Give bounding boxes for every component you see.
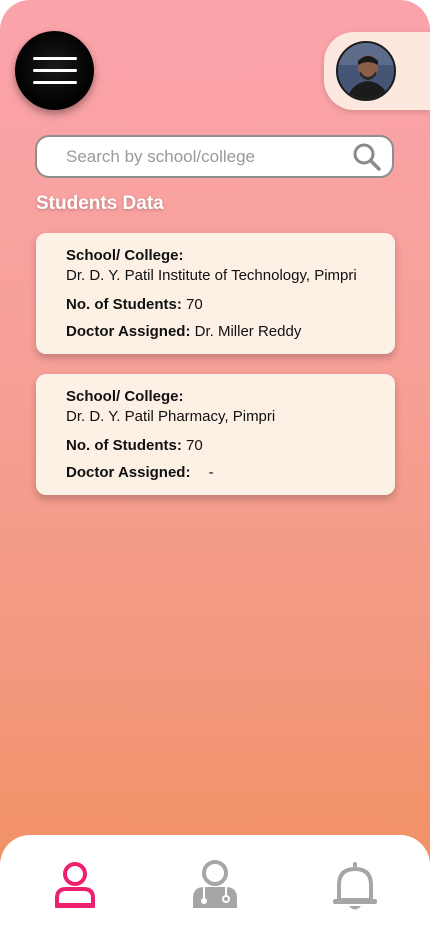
search-bar[interactable]: [35, 135, 394, 178]
school-label: School/ College:: [66, 388, 184, 405]
student-data-card[interactable]: School/ College: Dr. D. Y. Patil Pharmac…: [36, 374, 395, 495]
hamburger-bar: [32, 81, 77, 84]
doctor-row: Doctor Assigned: Dr. Miller Reddy: [66, 318, 385, 345]
doctor-label: Doctor Assigned:: [66, 464, 191, 481]
nav-students[interactable]: [50, 860, 100, 912]
app-screen: Students Data School/ College: Dr. D. Y.…: [0, 0, 430, 932]
nav-doctors[interactable]: [190, 860, 240, 912]
students-label: No. of Students:: [66, 296, 182, 313]
student-data-card[interactable]: School/ College: Dr. D. Y. Patil Institu…: [36, 233, 395, 354]
doctor-row: Doctor Assigned: -: [66, 459, 385, 486]
students-count-row: No. of Students: 70: [66, 432, 385, 459]
doctor-value: -: [208, 464, 214, 481]
doctor-label: Doctor Assigned:: [66, 323, 191, 340]
school-name: Dr. D. Y. Patil Institute of Technology,…: [66, 267, 357, 284]
nav-notifications[interactable]: [330, 860, 380, 912]
school-label: School/ College:: [66, 247, 184, 264]
school-name: Dr. D. Y. Patil Pharmacy, Pimpri: [66, 408, 276, 425]
doctor-value: Dr. Miller Reddy: [194, 323, 302, 340]
students-count-row: No. of Students: 70: [66, 291, 385, 318]
students-label: No. of Students:: [66, 437, 182, 454]
hamburger-bar: [32, 69, 77, 72]
search-input[interactable]: [66, 146, 352, 167]
menu-button[interactable]: [15, 31, 94, 110]
user-photo: [338, 43, 394, 99]
students-value: 70: [186, 437, 203, 454]
avatar[interactable]: [336, 41, 396, 101]
search-icon[interactable]: [352, 142, 382, 172]
student-icon: [55, 862, 95, 908]
hamburger-menu-icon: [32, 57, 77, 60]
bell-icon: [333, 862, 377, 910]
students-value: 70: [186, 296, 203, 313]
bottom-nav: [0, 835, 430, 932]
doctor-icon: [193, 860, 237, 908]
profile-tab[interactable]: [324, 32, 430, 110]
section-title: Students Data: [36, 193, 164, 214]
